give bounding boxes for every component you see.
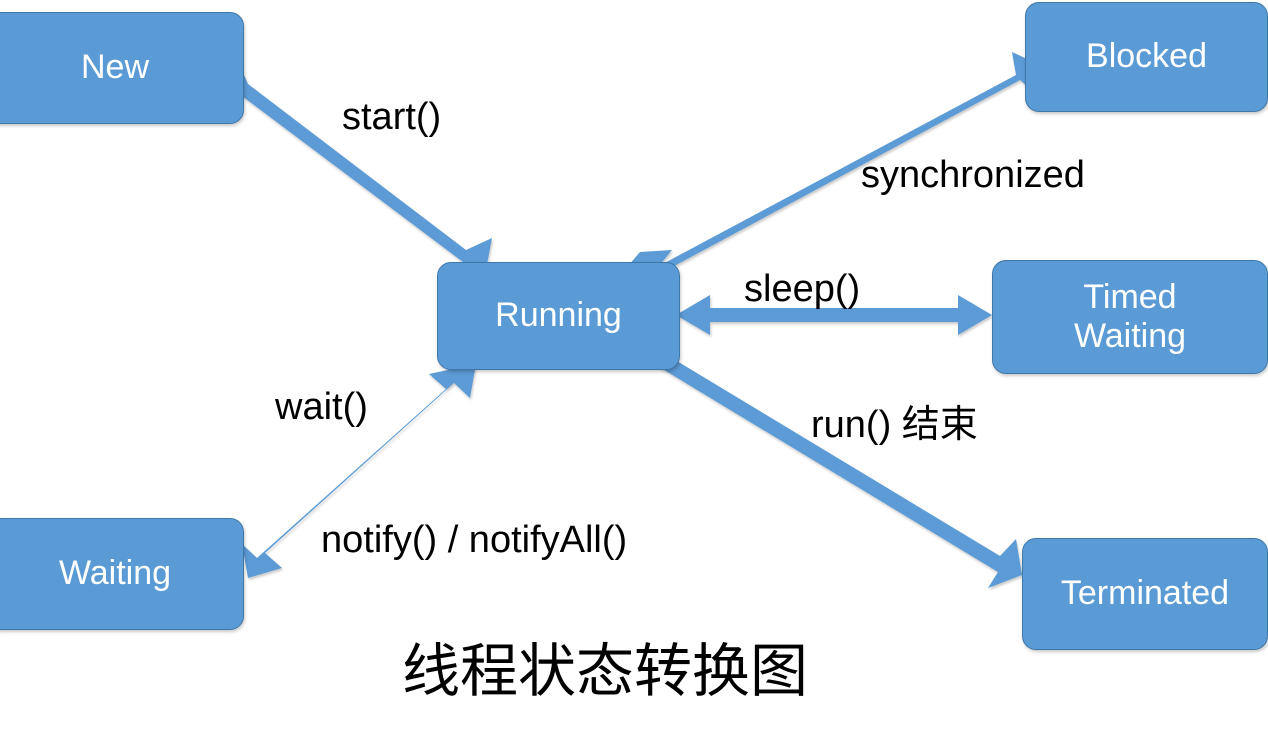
state-box-terminated[interactable]: Terminated — [1022, 538, 1268, 650]
state-label-timed-waiting: Timed Waiting — [1073, 277, 1187, 355]
thread-state-diagram: New Running Blocked Timed Waiting Waitin… — [0, 0, 1268, 740]
transition-label-run-end: run() 结束 — [811, 404, 978, 446]
transition-label-sleep: sleep() — [744, 268, 861, 310]
state-label-blocked: Blocked — [1086, 37, 1207, 76]
state-box-running[interactable]: Running — [437, 262, 680, 370]
arrow-start — [232, 62, 492, 282]
state-box-new[interactable]: New — [0, 12, 244, 124]
transition-label-start: start() — [342, 96, 442, 138]
diagram-title: 线程状态转换图 — [402, 639, 809, 704]
state-label-running: Running — [495, 296, 622, 335]
transition-label-notify: notify() / notifyAll() — [321, 519, 628, 561]
transition-label-synchronized: synchronized — [861, 154, 1085, 196]
state-label-terminated: Terminated — [1060, 574, 1230, 613]
arrow-run-end — [641, 346, 1022, 588]
state-label-new: New — [80, 48, 150, 87]
state-label-waiting: Waiting — [58, 554, 172, 593]
state-box-blocked[interactable]: Blocked — [1025, 2, 1268, 112]
state-box-timed-waiting[interactable]: Timed Waiting — [992, 260, 1268, 374]
transition-label-wait: wait() — [275, 386, 368, 428]
state-box-waiting[interactable]: Waiting — [0, 518, 244, 630]
